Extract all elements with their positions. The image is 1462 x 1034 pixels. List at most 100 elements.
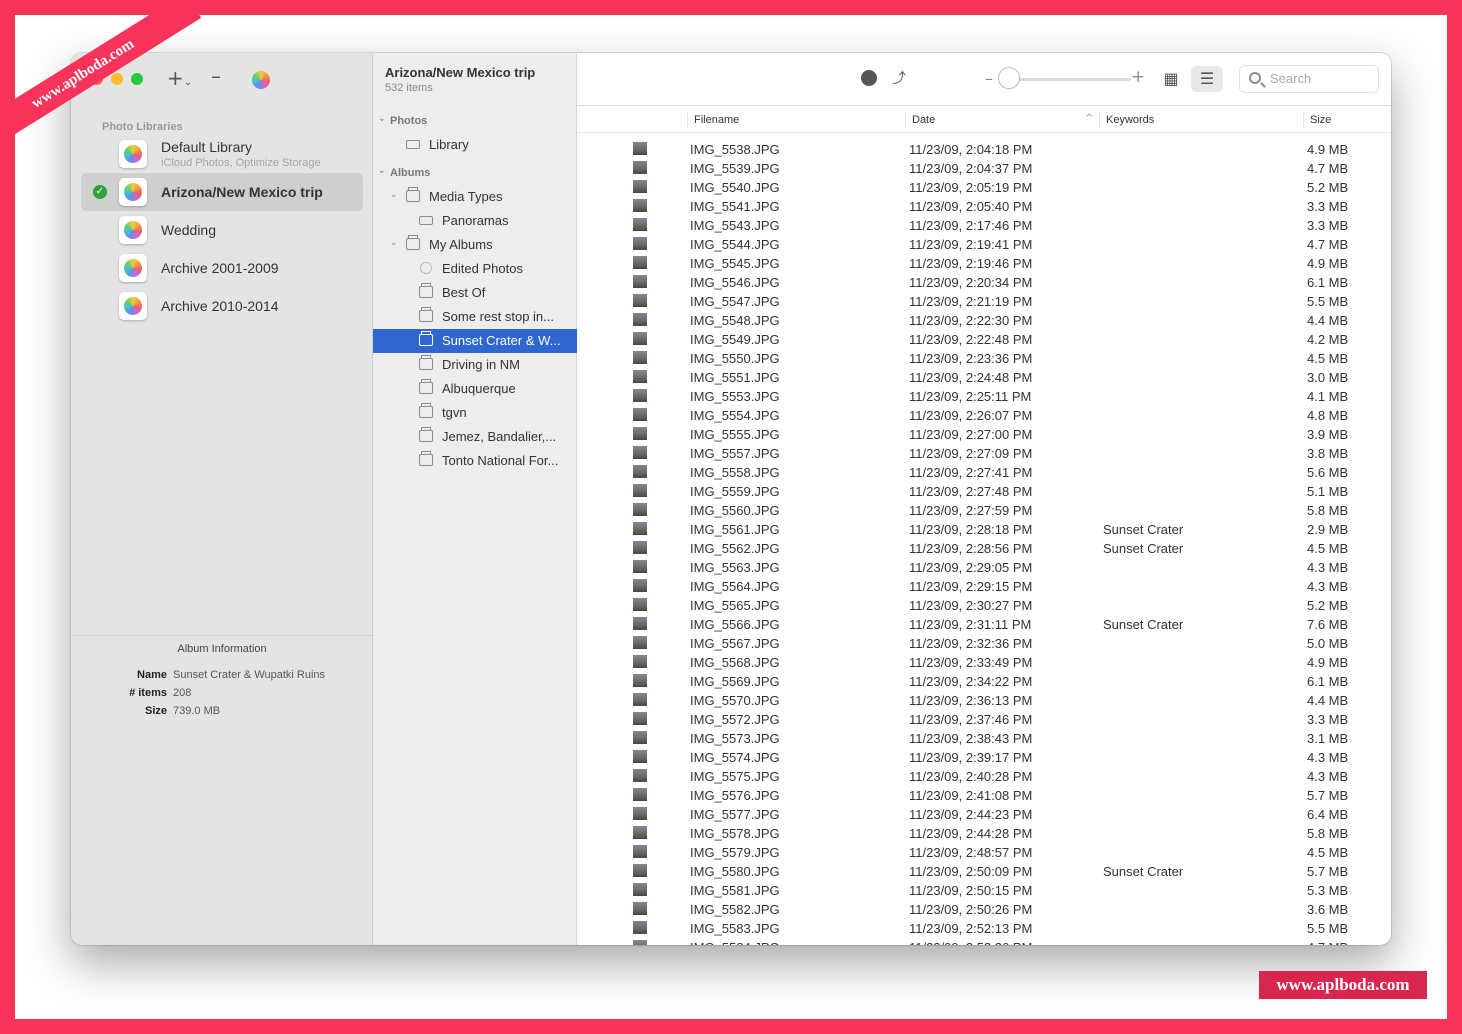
table-row[interactable]: IMG_5546.JPG 11/23/09, 2:20:34 PM 6.1 MB	[577, 273, 1391, 292]
table-row[interactable]: IMG_5550.JPG 11/23/09, 2:23:36 PM 4.5 MB	[577, 349, 1391, 368]
cell-filename: IMG_5570.JPG	[690, 693, 780, 708]
table-row[interactable]: IMG_5540.JPG 11/23/09, 2:05:19 PM 5.2 MB	[577, 178, 1391, 197]
table-row[interactable]: IMG_5544.JPG 11/23/09, 2:19:41 PM 4.7 MB	[577, 235, 1391, 254]
album-icon	[419, 331, 433, 346]
table-row[interactable]: IMG_5554.JPG 11/23/09, 2:26:07 PM 4.8 MB	[577, 406, 1391, 425]
tree-item-album[interactable]: Driving in NM	[373, 353, 577, 377]
zoom-out-icon[interactable]: –	[985, 69, 993, 88]
table-row[interactable]: IMG_5560.JPG 11/23/09, 2:27:59 PM 5.8 MB	[577, 501, 1391, 520]
table-row[interactable]: IMG_5577.JPG 11/23/09, 2:44:23 PM 6.4 MB	[577, 805, 1391, 824]
table-row[interactable]: IMG_5570.JPG 11/23/09, 2:36:13 PM 4.4 MB	[577, 691, 1391, 710]
tree-item-album[interactable]: Albuquerque	[373, 377, 577, 401]
tree-item-media-types[interactable]: ⌄ Media Types	[373, 185, 577, 209]
tree-item-album[interactable]: Tonto National For...	[373, 449, 577, 473]
search-input[interactable]	[1270, 71, 1370, 86]
column-header-date[interactable]: Date	[905, 113, 935, 127]
column-header-size[interactable]: Size	[1303, 113, 1331, 127]
cell-filename: IMG_5583.JPG	[690, 921, 780, 936]
library-item-archive-2001[interactable]: Archive 2001-2009	[81, 249, 363, 287]
cell-size: 6.1 MB	[1307, 674, 1349, 689]
tree-item-my-albums[interactable]: ⌄ My Albums	[373, 233, 577, 257]
table-row[interactable]: IMG_5549.JPG 11/23/09, 2:22:48 PM 4.2 MB	[577, 330, 1391, 349]
table-row[interactable]: IMG_5578.JPG 11/23/09, 2:44:28 PM 5.8 MB	[577, 824, 1391, 843]
zoom-window-button[interactable]	[131, 73, 143, 85]
info-search-icon[interactable]	[861, 70, 877, 86]
chevron-down-icon[interactable]: ⌄	[390, 190, 398, 200]
zoom-in-icon[interactable]: +	[1131, 67, 1145, 87]
photo-thumbnail	[633, 617, 647, 630]
tree-item-library[interactable]: Library	[373, 133, 577, 157]
library-item-archive-2010[interactable]: Archive 2010-2014	[81, 287, 363, 325]
table-row[interactable]: IMG_5574.JPG 11/23/09, 2:39:17 PM 4.3 MB	[577, 748, 1391, 767]
table-row[interactable]: IMG_5539.JPG 11/23/09, 2:04:37 PM 4.7 MB	[577, 159, 1391, 178]
grid-view-icon[interactable]: ▦	[1159, 67, 1183, 91]
table-row[interactable]: IMG_5545.JPG 11/23/09, 2:19:46 PM 4.9 MB	[577, 254, 1391, 273]
table-row[interactable]: IMG_5580.JPG 11/23/09, 2:50:09 PM Sunset C…	[577, 862, 1391, 881]
library-name: Archive 2001-2009	[161, 260, 279, 276]
photo-thumbnail	[633, 655, 647, 668]
tree-section-albums[interactable]: ⌄ Albums	[378, 166, 430, 179]
export-icon[interactable]: ⤴	[892, 68, 906, 88]
cell-filename: IMG_5555.JPG	[690, 427, 780, 442]
column-header-filename[interactable]: Filename	[687, 113, 739, 127]
list-view-icon[interactable]: ☰	[1191, 66, 1223, 92]
table-row[interactable]: IMG_5561.JPG 11/23/09, 2:28:18 PM Sunset C…	[577, 520, 1391, 539]
chevron-down-icon[interactable]: ⌄	[378, 166, 386, 176]
tree-item-label: Library	[429, 137, 469, 152]
table-row[interactable]: IMG_5582.JPG 11/23/09, 2:50:26 PM 3.6 MB	[577, 900, 1391, 919]
photos-app-icon[interactable]	[252, 71, 270, 89]
add-library-button[interactable]: +⌄	[167, 66, 192, 90]
cell-size: 5.8 MB	[1307, 826, 1349, 841]
minimize-window-button[interactable]	[111, 73, 123, 85]
table-row[interactable]: IMG_5543.JPG 11/23/09, 2:17:46 PM 3.3 MB	[577, 216, 1391, 235]
table-row[interactable]: IMG_5579.JPG 11/23/09, 2:48:57 PM 4.5 MB	[577, 843, 1391, 862]
table-row[interactable]: IMG_5538.JPG 11/23/09, 2:04:18 PM 4.9 MB	[577, 140, 1391, 159]
tree-item-album[interactable]: Some rest stop in...	[373, 305, 577, 329]
table-row[interactable]: IMG_5559.JPG 11/23/09, 2:27:48 PM 5.1 MB	[577, 482, 1391, 501]
table-row[interactable]: IMG_5572.JPG 11/23/09, 2:37:46 PM 3.3 MB	[577, 710, 1391, 729]
table-row[interactable]: IMG_5575.JPG 11/23/09, 2:40:28 PM 4.3 MB	[577, 767, 1391, 786]
table-row[interactable]: IMG_5557.JPG 11/23/09, 2:27:09 PM 3.8 MB	[577, 444, 1391, 463]
table-row[interactable]: IMG_5581.JPG 11/23/09, 2:50:15 PM 5.3 MB	[577, 881, 1391, 900]
zoom-slider-track[interactable]	[1011, 78, 1131, 81]
table-row[interactable]: IMG_5558.JPG 11/23/09, 2:27:41 PM 5.6 MB	[577, 463, 1391, 482]
zoom-slider-knob[interactable]	[999, 68, 1019, 88]
tree-item-album-selected[interactable]: Sunset Crater & W...	[373, 329, 577, 353]
library-item-arizona[interactable]: ✓ Arizona/New Mexico trip	[81, 173, 363, 211]
photo-thumbnail	[633, 427, 647, 440]
table-row[interactable]: IMG_5562.JPG 11/23/09, 2:28:56 PM Sunset C…	[577, 539, 1391, 558]
table-row[interactable]: IMG_5569.JPG 11/23/09, 2:34:22 PM 6.1 MB	[577, 672, 1391, 691]
table-row[interactable]: IMG_5576.JPG 11/23/09, 2:41:08 PM 5.7 MB	[577, 786, 1391, 805]
tree-item-album[interactable]: Edited Photos	[373, 257, 577, 281]
table-row[interactable]: IMG_5584.JPG 11/23/09, 2:52:36 PM 4.7 MB	[577, 938, 1391, 945]
tree-section-photos[interactable]: ⌄ Photos	[378, 114, 427, 127]
table-row[interactable]: IMG_5551.JPG 11/23/09, 2:24:48 PM 3.0 MB	[577, 368, 1391, 387]
library-item-default[interactable]: Default Library iCloud Photos, Optimize …	[81, 135, 363, 173]
table-row[interactable]: IMG_5548.JPG 11/23/09, 2:22:30 PM 4.4 MB	[577, 311, 1391, 330]
library-item-wedding[interactable]: Wedding	[81, 211, 363, 249]
table-row[interactable]: IMG_5565.JPG 11/23/09, 2:30:27 PM 5.2 MB	[577, 596, 1391, 615]
table-row[interactable]: IMG_5564.JPG 11/23/09, 2:29:15 PM 4.3 MB	[577, 577, 1391, 596]
tree-item-panoramas[interactable]: Panoramas	[373, 209, 577, 233]
table-row[interactable]: IMG_5563.JPG 11/23/09, 2:29:05 PM 4.3 MB	[577, 558, 1391, 577]
table-row[interactable]: IMG_5555.JPG 11/23/09, 2:27:00 PM 3.9 MB	[577, 425, 1391, 444]
sort-ascending-icon[interactable]: ^	[1085, 113, 1093, 124]
table-row[interactable]: IMG_5573.JPG 11/23/09, 2:38:43 PM 3.1 MB	[577, 729, 1391, 748]
tree-item-album[interactable]: Best Of	[373, 281, 577, 305]
table-row[interactable]: IMG_5568.JPG 11/23/09, 2:33:49 PM 4.9 MB	[577, 653, 1391, 672]
table-row[interactable]: IMG_5583.JPG 11/23/09, 2:52:13 PM 5.5 MB	[577, 919, 1391, 938]
remove-library-button[interactable]: –	[211, 64, 221, 88]
table-row[interactable]: IMG_5541.JPG 11/23/09, 2:05:40 PM 3.3 MB	[577, 197, 1391, 216]
search-field[interactable]	[1239, 65, 1379, 93]
tree-item-album[interactable]: tgvn	[373, 401, 577, 425]
tree-item-album[interactable]: Jemez, Bandalier,...	[373, 425, 577, 449]
cell-size: 4.1 MB	[1307, 389, 1349, 404]
table-row[interactable]: IMG_5547.JPG 11/23/09, 2:21:19 PM 5.5 MB	[577, 292, 1391, 311]
chevron-down-icon[interactable]: ⌄	[390, 238, 398, 248]
table-row[interactable]: IMG_5566.JPG 11/23/09, 2:31:11 PM Sunset C…	[577, 615, 1391, 634]
column-header-keywords[interactable]: Keywords	[1099, 113, 1154, 127]
table-row[interactable]: IMG_5567.JPG 11/23/09, 2:32:36 PM 5.0 MB	[577, 634, 1391, 653]
cell-filename: IMG_5541.JPG	[690, 199, 780, 214]
table-row[interactable]: IMG_5553.JPG 11/23/09, 2:25:11 PM 4.1 MB	[577, 387, 1391, 406]
chevron-down-icon[interactable]: ⌄	[378, 114, 386, 124]
